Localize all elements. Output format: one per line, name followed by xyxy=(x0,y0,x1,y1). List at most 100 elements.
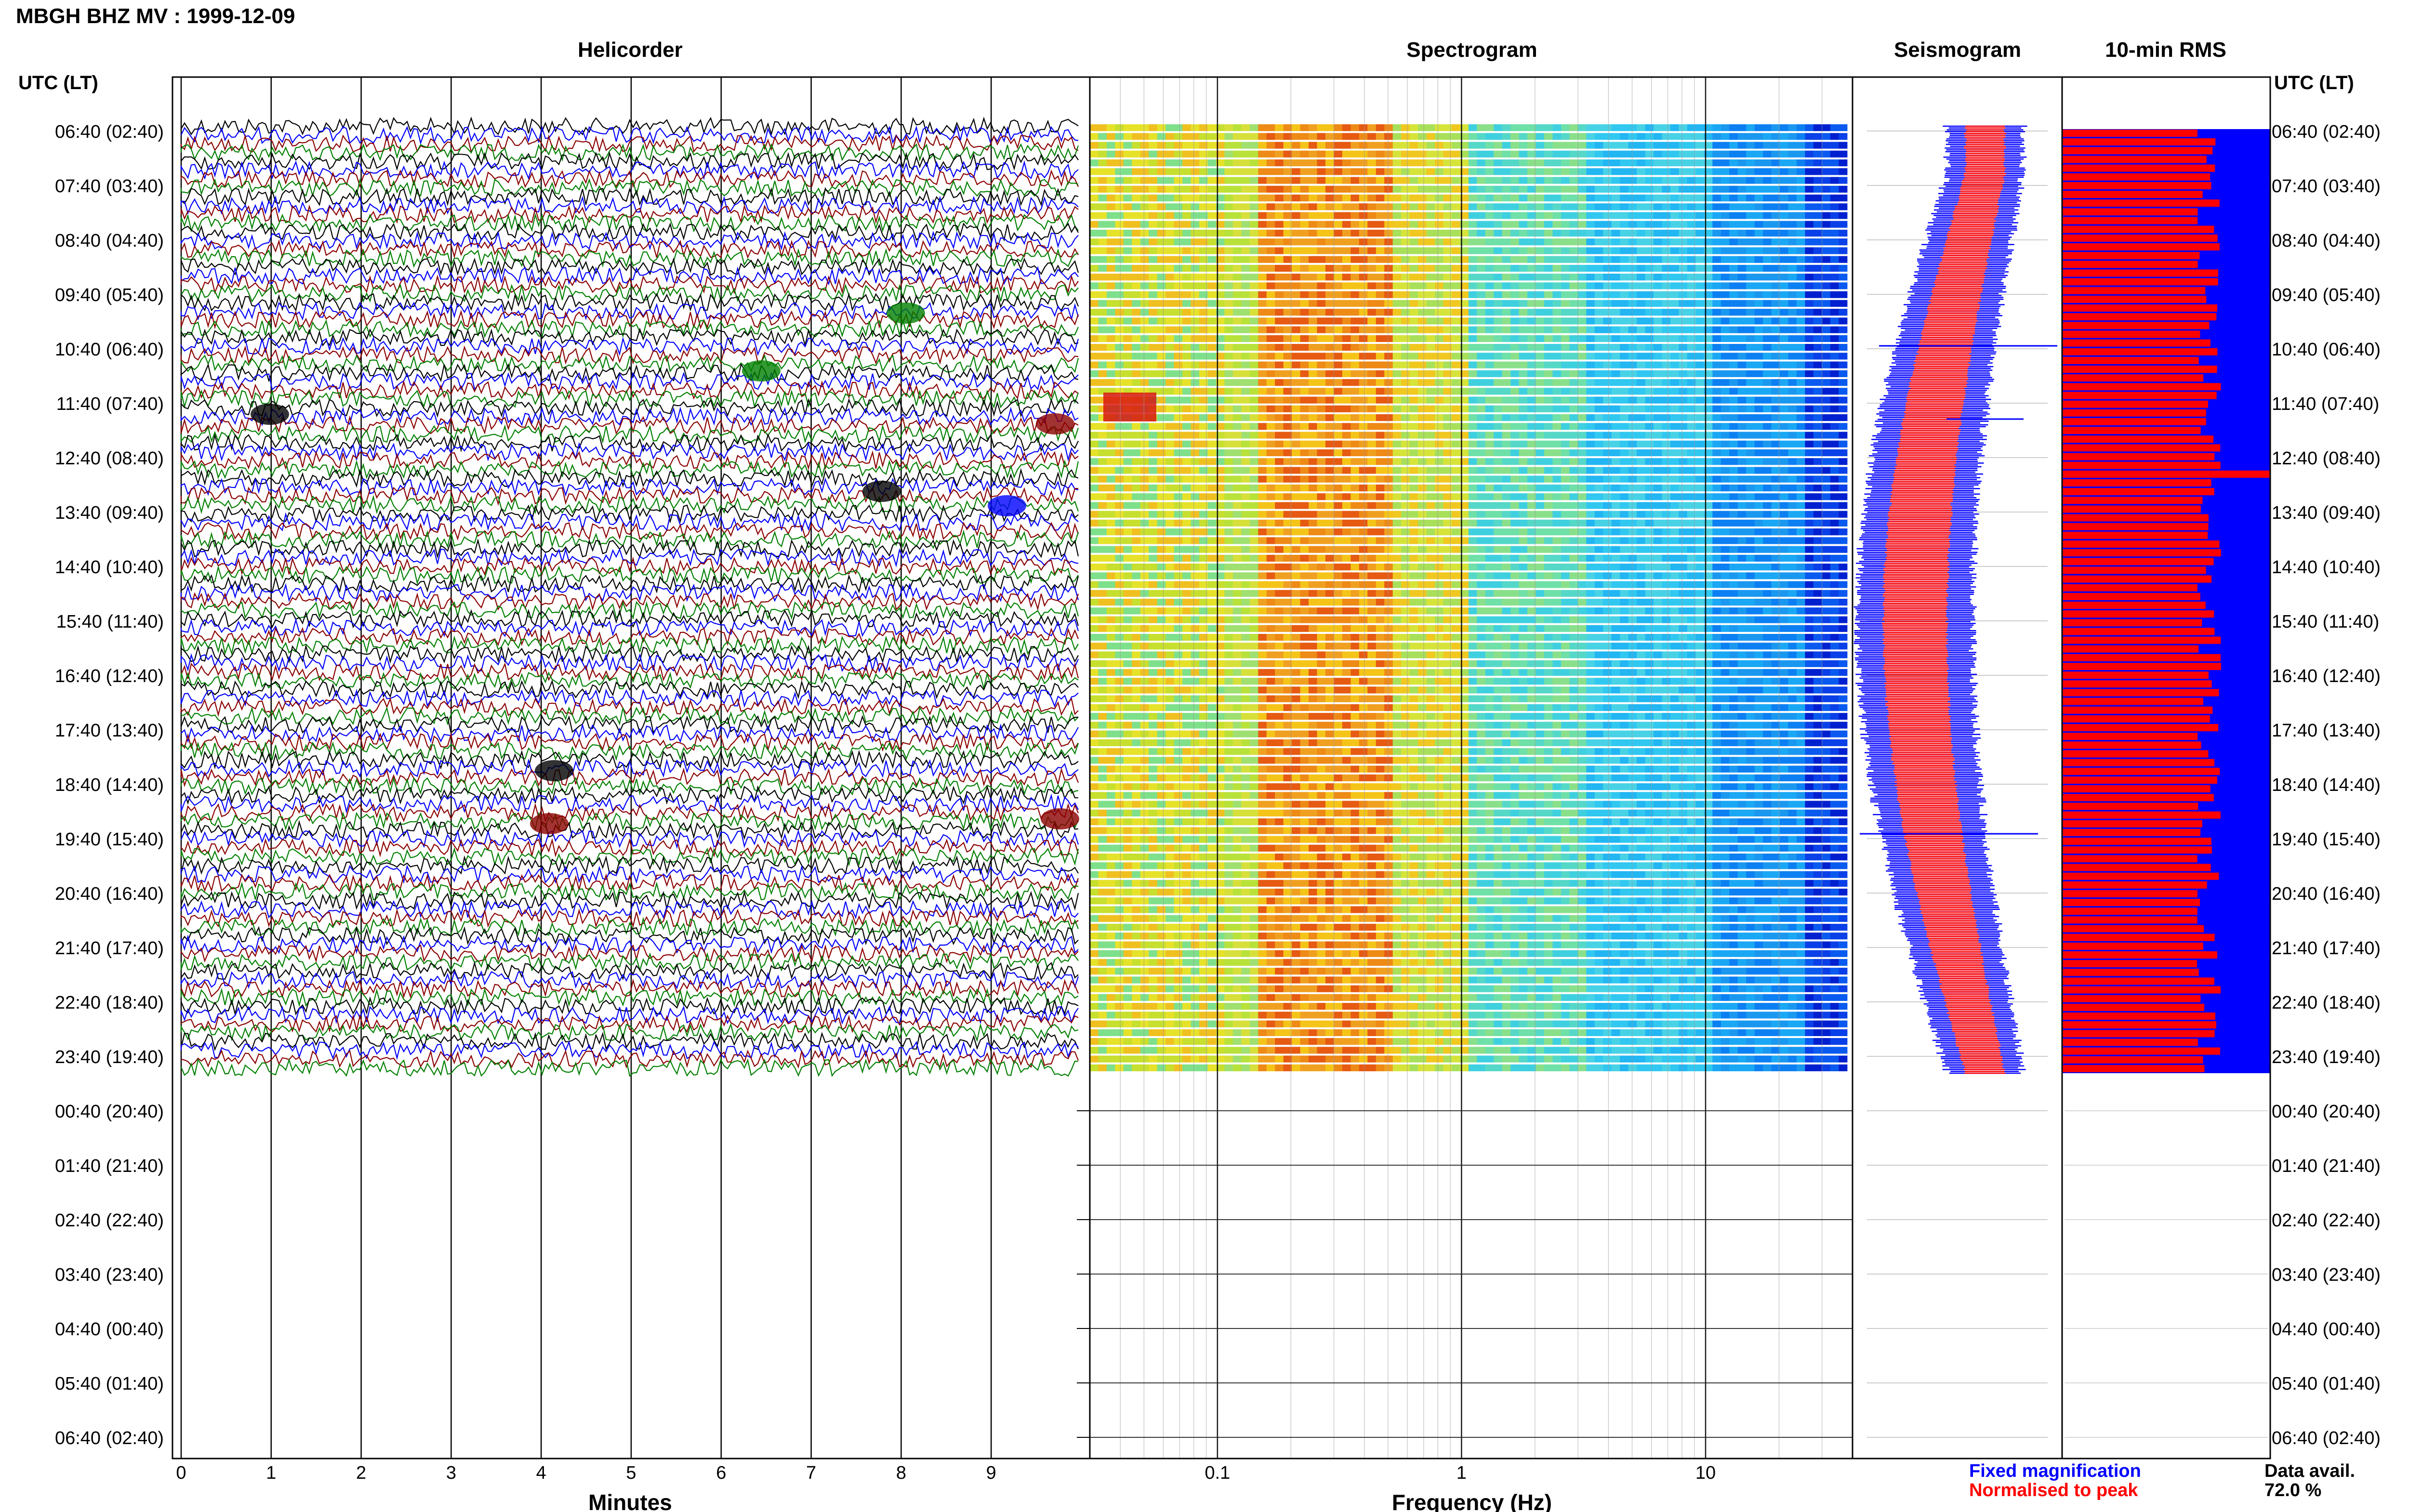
spectrogram-cell xyxy=(1729,423,1738,430)
spectrogram-cell xyxy=(1409,458,1418,465)
spectrogram-cell xyxy=(1468,256,1477,263)
spectrogram-cell xyxy=(1594,247,1603,254)
spectrogram-cell xyxy=(1115,247,1124,254)
spectrogram-cell xyxy=(1544,229,1553,237)
spectrogram-cell xyxy=(1106,300,1115,307)
spectrogram-cell xyxy=(1611,590,1620,597)
spectrogram-cell xyxy=(1763,554,1772,562)
spectrogram-cell xyxy=(1611,256,1620,263)
spectrogram-cell xyxy=(1805,353,1814,360)
spectrogram-cell xyxy=(1519,519,1528,526)
spectrogram-cell xyxy=(1813,194,1822,202)
spectrogram-cell xyxy=(1249,388,1258,395)
spectrogram-cell xyxy=(1561,264,1570,272)
spectrogram-cell xyxy=(1670,361,1680,368)
spectrogram-cell xyxy=(1552,458,1562,465)
spectrogram-cell xyxy=(1090,475,1099,483)
spectrogram-cell xyxy=(1123,519,1132,526)
spectrogram-cell xyxy=(1839,396,1848,404)
spectrogram-cell xyxy=(1654,274,1663,281)
spectrogram-cell xyxy=(1594,353,1603,360)
spectrogram-cell xyxy=(1569,475,1578,483)
spectrogram-cell xyxy=(1384,590,1393,597)
spectrogram-cell xyxy=(1771,133,1780,140)
spectrogram-cell xyxy=(1586,519,1595,526)
spectrogram-cell xyxy=(1712,142,1721,149)
spectrogram-cell xyxy=(1292,247,1301,254)
spectrogram-cell xyxy=(1132,229,1141,237)
spectrogram-cell xyxy=(1637,124,1646,131)
spectrogram-cell xyxy=(1334,142,1343,149)
spectrogram-cell xyxy=(1191,475,1200,483)
spectrogram-cell xyxy=(1695,150,1705,158)
spectrogram-cell xyxy=(1611,335,1620,342)
spectrogram-cell xyxy=(1342,493,1351,500)
spectrogram-cell xyxy=(1106,590,1115,597)
spectrogram-cell xyxy=(1241,537,1250,544)
spectrogram-cell xyxy=(1418,256,1427,263)
spectrogram-cell xyxy=(1712,194,1721,202)
spectrogram-cell xyxy=(1241,326,1250,333)
spectrogram-cell xyxy=(1569,142,1578,149)
spectrogram-cell xyxy=(1199,177,1208,184)
spectrogram-cell xyxy=(1805,317,1814,325)
spectrogram-cell xyxy=(1435,326,1444,333)
spectrogram-cell xyxy=(1325,229,1335,237)
spectrogram-cell xyxy=(1603,475,1612,483)
spectrogram-cell xyxy=(1199,396,1208,404)
spectrogram-cell xyxy=(1359,564,1368,571)
spectrogram-cell xyxy=(1561,370,1570,377)
spectrogram-cell xyxy=(1418,379,1427,386)
spectrogram-cell xyxy=(1342,274,1351,281)
spectrogram-cell xyxy=(1586,229,1595,237)
spectrogram-cell xyxy=(1376,432,1385,439)
spectrogram-cell xyxy=(1123,546,1132,553)
spectrogram-cell xyxy=(1637,247,1646,254)
spectrogram-cell xyxy=(1334,590,1343,597)
spectrogram-cell xyxy=(1679,212,1688,219)
spectrogram-cell xyxy=(1670,247,1680,254)
spectrogram-cell xyxy=(1485,396,1494,404)
spectrogram-cell xyxy=(1359,554,1368,562)
spectrogram-cell xyxy=(1754,581,1763,588)
spectrogram-cell xyxy=(1544,475,1553,483)
spectrogram-cell xyxy=(1199,247,1208,254)
spectrogram-cell xyxy=(1182,185,1191,193)
spectrogram-cell xyxy=(1325,405,1335,412)
spectrogram-cell xyxy=(1376,396,1385,404)
spectrogram-cell xyxy=(1392,177,1402,184)
spectrogram-cell xyxy=(1822,361,1831,368)
spectrogram-cell xyxy=(1679,564,1688,571)
spectrogram-cell xyxy=(1468,203,1477,210)
spectrogram-cell xyxy=(1426,484,1435,492)
spectrogram-cell xyxy=(1662,581,1671,588)
spectrogram-cell xyxy=(1098,502,1107,509)
spectrogram-cell xyxy=(1712,440,1721,447)
spectrogram-cell xyxy=(1149,177,1158,184)
spectrogram-cell xyxy=(1552,247,1562,254)
spectrogram-cell xyxy=(1451,388,1460,395)
spectrogram-cell xyxy=(1123,475,1132,483)
spectrogram-cell xyxy=(1494,537,1503,544)
spectrogram-cell xyxy=(1552,564,1562,571)
spectrogram-cell xyxy=(1544,353,1553,360)
spectrogram-cell xyxy=(1317,414,1326,421)
spectrogram-cell xyxy=(1502,203,1511,210)
spectrogram-cell xyxy=(1140,537,1149,544)
spectrogram-cell xyxy=(1569,370,1578,377)
spectrogram-cell xyxy=(1132,282,1141,289)
spectrogram-cell xyxy=(1409,317,1418,325)
spectrogram-cell xyxy=(1477,458,1486,465)
spectrogram-cell xyxy=(1384,537,1393,544)
spectrogram-cell xyxy=(1359,388,1368,395)
spectrogram-cell xyxy=(1729,405,1738,412)
spectrogram-cell xyxy=(1300,405,1309,412)
spectrogram-cell xyxy=(1628,142,1637,149)
spectrogram-cell xyxy=(1763,221,1772,228)
spectrogram-cell xyxy=(1224,528,1233,536)
spectrogram-cell xyxy=(1359,300,1368,307)
spectrogram-cell xyxy=(1519,247,1528,254)
spectrogram-cell xyxy=(1300,537,1309,544)
spectrogram-cell xyxy=(1569,528,1578,536)
spectrogram-cell xyxy=(1157,440,1166,447)
